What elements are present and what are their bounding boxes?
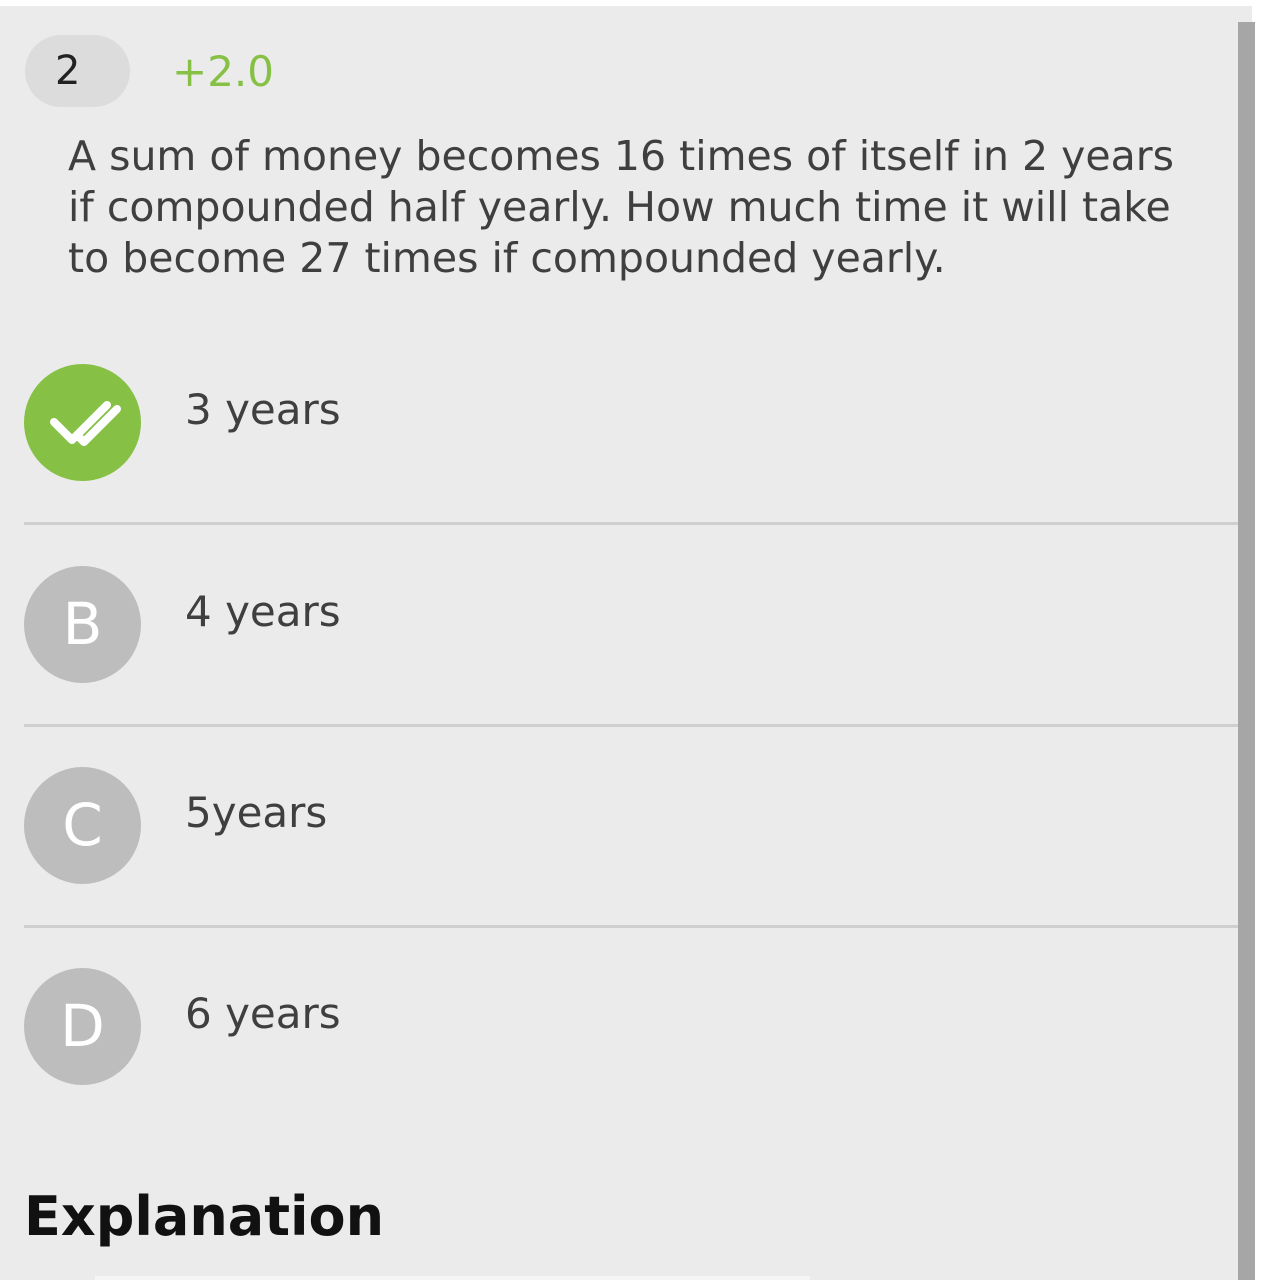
option-c-badge: C (24, 767, 141, 884)
option-d-badge: D (24, 968, 141, 1085)
quiz-page: 2 +2.0 A sum of money becomes 16 times o… (0, 0, 1280, 1280)
double-check-icon (50, 401, 121, 446)
scrollbar[interactable] (1238, 22, 1255, 1280)
option-b[interactable]: B 4 years (0, 566, 1252, 766)
option-c-text: 5years (185, 788, 328, 837)
option-divider (24, 522, 1252, 525)
option-d-text: 6 years (185, 989, 341, 1038)
option-b-text: 4 years (185, 587, 341, 636)
option-a[interactable]: 3 years (0, 364, 1252, 564)
option-b-badge: B (24, 566, 141, 683)
option-d[interactable]: D 6 years (0, 968, 1252, 1168)
question-number-badge: 2 (25, 35, 130, 107)
option-divider (24, 724, 1252, 727)
explanation-content-edge (95, 1276, 810, 1280)
option-divider (24, 925, 1252, 928)
question-marks: +2.0 (172, 47, 274, 96)
option-a-badge (24, 364, 141, 481)
question-panel: 2 +2.0 A sum of money becomes 16 times o… (0, 6, 1252, 1280)
explanation-heading: Explanation (24, 1185, 385, 1248)
option-c[interactable]: C 5years (0, 767, 1252, 967)
option-a-text: 3 years (185, 385, 341, 434)
question-text: A sum of money becomes 16 times of itsel… (68, 132, 1174, 282)
